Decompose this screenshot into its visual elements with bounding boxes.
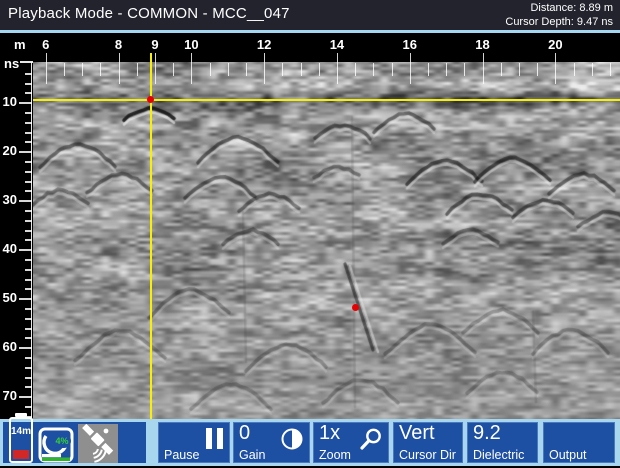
top-ruler-tick [155,53,156,84]
target-marker[interactable] [351,303,359,311]
cursor-depth-readout: Cursor Depth: 9.47 ns [505,16,613,28]
top-ruler-tick [228,63,229,76]
top-ruler-tick [574,63,575,76]
top-ruler-tick [464,63,465,76]
top-ruler-tick [337,53,338,84]
top-ruler-tick [592,63,593,76]
left-ruler-label: 10 [2,94,17,110]
left-ruler-label: 30 [2,192,17,208]
top-ruler-label: 9 [151,37,159,52]
pause-button[interactable]: Pause [158,422,230,463]
gain-value: 0 [239,422,251,444]
top-ruler-tick [301,63,302,76]
top-ruler-tick [501,63,502,76]
top-ruler-tick [137,63,138,76]
gain-button[interactable]: 0 Gain [233,422,310,463]
magnifier-icon [359,428,382,456]
top-ruler-tick [46,53,47,84]
storage-percent-label: 4% [53,434,71,448]
gain-button-label: Gain [239,448,266,462]
zoom-value: 1x [319,422,341,444]
top-ruler-tick [373,63,374,76]
left-ruler-label: 40 [2,241,17,257]
top-ruler-tick [64,63,65,76]
top-ruler-label: 20 [548,37,563,52]
dielectric-value: 9.2 [473,422,501,444]
top-ruler-label: 12 [256,37,272,52]
top-ruler-tick [191,53,192,84]
top-ruler-tick [610,63,611,76]
top-ruler-tick [210,63,211,76]
top-ruler-tick [246,63,247,76]
top-ruler-label: 8 [114,37,123,52]
output-button-label: Output [549,448,587,462]
pause-icon [201,428,223,454]
top-ruler-label: 6 [42,37,50,52]
output-button[interactable]: Output [543,422,615,463]
contrast-icon [281,428,303,455]
dielectric-button[interactable]: 9.2 Dielectric [467,422,538,463]
left-ruler-label: 60 [2,339,17,355]
left-ruler-label: 20 [2,143,17,159]
battery-time-label: 14m [11,426,32,437]
top-ruler-tick [119,53,120,84]
zoom-button-label: Zoom [319,448,351,462]
left-ruler-label: 50 [2,290,17,306]
pause-button-label: Pause [164,448,200,462]
title-bar: Playback Mode - COMMON - MCC__047 Distan… [0,0,620,30]
left-ruler-unit: ns [4,56,20,71]
top-ruler-label: 10 [184,37,199,52]
top-ruler-tick [264,53,265,84]
cursor-horizontal-line[interactable] [33,98,620,101]
status-icon-panel: 14m 4% [3,413,146,463]
top-ruler-tick [392,63,393,76]
top-ruler-tick [483,53,484,84]
cursor-dir-value: Vert [399,422,435,444]
top-ruler-tick [355,63,356,76]
zoom-button[interactable]: 1x Zoom [313,422,389,463]
top-ruler-label: 16 [402,37,417,52]
battery-level-fill [13,450,29,459]
cursor-dir-button[interactable]: Vert Cursor Dir [393,422,463,463]
storage-icon: 4% [38,426,74,463]
battery-body: 14m [9,417,33,463]
top-ruler-unit: m [14,37,26,52]
page-title: Playback Mode - COMMON - MCC__047 [8,5,290,22]
radargram-image[interactable] [33,62,620,419]
cursor-dir-button-label: Cursor Dir [399,448,456,462]
readout-block: Distance: 8.89 m Cursor Depth: 9.47 ns [505,1,613,29]
distance-readout: Distance: 8.89 m [530,2,613,14]
top-ruler-tick [319,63,320,76]
battery-icon: 14m [9,413,33,463]
dielectric-button-label: Dielectric [473,448,525,462]
top-ruler-label: 18 [475,37,490,52]
top-ruler-label: 14 [329,37,345,52]
top-ruler-tick [410,53,411,84]
top-ruler-tick [537,63,538,76]
top-ruler-tick [82,63,83,76]
satellite-glyph [82,423,114,463]
top-ruler-tick [428,63,429,76]
left-axis-line [31,62,32,419]
top-ruler-tick [519,63,520,76]
top-ruler-tick [100,63,101,76]
top-ruler-tick [282,63,283,76]
top-ruler-tick [555,53,556,84]
left-ruler-label: 70 [2,388,17,404]
satellite-icon [78,423,118,463]
top-ruler-tick [173,63,174,76]
bottom-toolbar: 14m 4% Pause 0 Gain 1x Zoom Vert Cursor … [0,413,620,466]
cursor-vertical-line[interactable] [149,53,152,419]
top-ruler-tick [446,63,447,76]
